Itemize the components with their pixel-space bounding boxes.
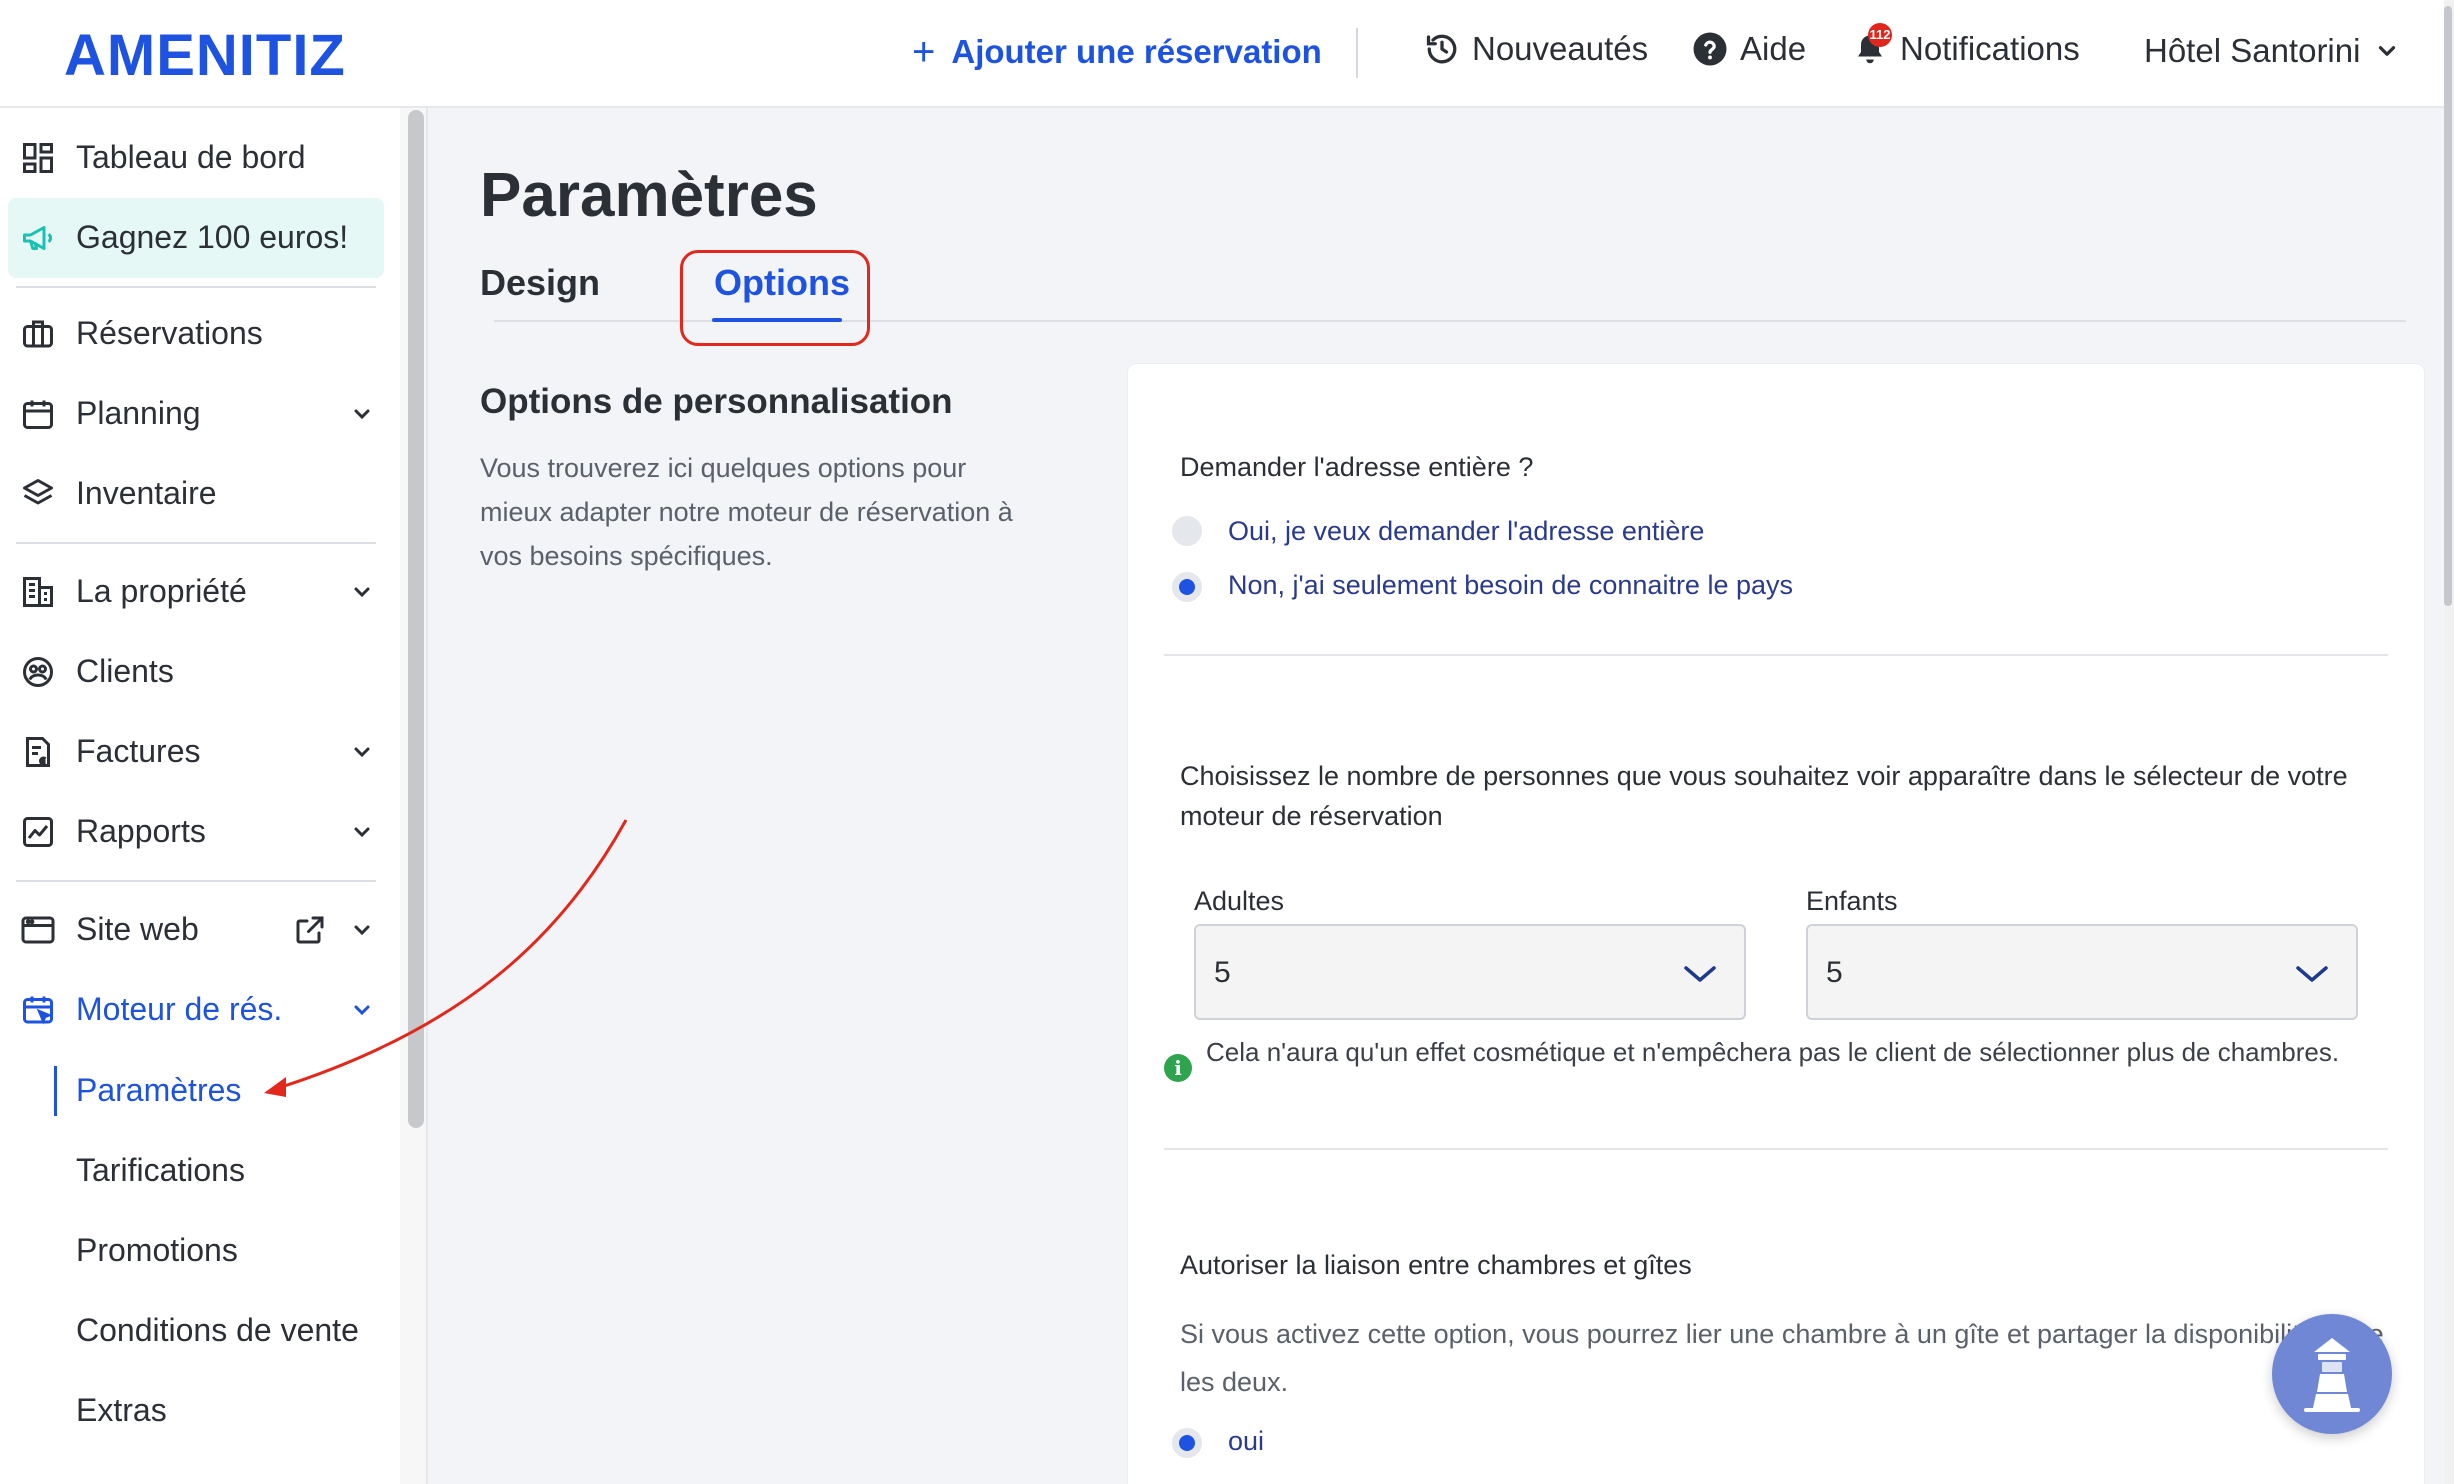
section-description: Vous trouverez ici quelques options pour… — [480, 453, 1013, 571]
adults-value: 5 — [1214, 956, 1231, 989]
sidebar-item-label: Planning — [76, 395, 201, 431]
bell-icon: 112 — [1852, 23, 1892, 67]
amenitiz-logo[interactable]: AMENITIZ — [64, 22, 346, 89]
chevron-down-icon — [354, 925, 370, 936]
page-scrollbar-thumb[interactable] — [2444, 6, 2452, 606]
notifications-label: Notifications — [1900, 30, 2080, 67]
notifications-badge: 112 — [1868, 23, 1892, 47]
sidebar-item-planning[interactable]: Planning — [0, 378, 400, 450]
radio-address-country-label[interactable]: Non, j'ai seulement besoin de connaitre … — [1228, 570, 1793, 601]
sidebar-item-label: Tableau de bord — [76, 139, 306, 175]
persons-question: Choisissez le nombre de personnes que vo… — [1180, 761, 2348, 831]
chevron-down-icon — [354, 1005, 370, 1016]
megaphone-icon — [23, 226, 52, 250]
history-icon — [1426, 34, 1457, 64]
top-header: AMENITIZ + Ajouter une réservation Nouve… — [0, 0, 2454, 108]
sidebar-item-label: La propriété — [76, 573, 247, 609]
address-question: Demander l'adresse entière ? — [1180, 452, 1534, 482]
tab-design[interactable]: Design — [480, 262, 600, 304]
notifications-button[interactable]: 112 Notifications — [1852, 23, 2080, 68]
chevron-down-icon — [354, 747, 370, 758]
sidebar-divider — [16, 542, 376, 544]
sidebar-item-booking-engine[interactable]: Moteur de rés. — [0, 974, 400, 1046]
sidebar-item-clients[interactable]: Clients — [0, 636, 400, 708]
sidebar-item-dashboard[interactable]: Tableau de bord — [0, 122, 400, 194]
help-button[interactable]: Aide — [1692, 30, 1806, 68]
sidebar-item-property[interactable]: La propriété — [0, 556, 400, 628]
children-value: 5 — [1826, 956, 1843, 989]
invoice-icon — [26, 737, 50, 767]
radio-link-yes-label[interactable]: oui — [1228, 1426, 1264, 1457]
sidebar-item-reports[interactable]: Rapports — [0, 796, 400, 868]
add-reservation-label: Ajouter une réservation — [951, 33, 1322, 70]
sidebar-subitem-promotions[interactable]: Promotions — [76, 1232, 238, 1269]
link-question: Autoriser la liaison entre chambres et g… — [1180, 1250, 1692, 1280]
chevron-down-icon — [354, 587, 370, 598]
sidebar-item-label: Factures — [76, 733, 201, 769]
children-label: Enfants — [1806, 886, 1898, 916]
sidebar-item-label: Gagnez 100 euros! — [76, 219, 349, 255]
briefcase-icon — [23, 320, 53, 348]
chevron-down-icon — [2296, 966, 2328, 982]
adults-label: Adultes — [1194, 886, 1285, 916]
card-divider — [1164, 654, 2388, 656]
adults-select[interactable]: 5 — [1194, 924, 1746, 1020]
sidebar-subitem-pricing[interactable]: Tarifications — [76, 1152, 245, 1189]
card-divider — [1164, 1148, 2388, 1150]
info-note: Cela n'aura qu'un effet cosmétique et n'… — [1206, 1037, 2340, 1067]
sidebar-item-promo[interactable]: Gagnez 100 euros! — [0, 202, 400, 274]
chevron-down-icon — [2379, 46, 2396, 56]
sidebar-item-invoices[interactable]: Factures — [0, 716, 400, 788]
radio-address-full[interactable] — [1172, 516, 1202, 546]
radio-address-country[interactable] — [1172, 572, 1202, 602]
help-icon — [1693, 32, 1727, 66]
news-label: Nouveautés — [1472, 30, 1649, 67]
sidebar-item-website[interactable]: Site web — [0, 894, 400, 966]
sidebar-subitem-settings[interactable]: Paramètres — [76, 1072, 241, 1109]
radio-address-full-label[interactable]: Oui, je veux demander l'adresse entière — [1228, 516, 1704, 547]
hotel-name: Hôtel Santorini — [2144, 32, 2361, 69]
chevron-down-icon — [1684, 966, 1716, 982]
chat-widget-button[interactable] — [2272, 1314, 2392, 1434]
sidebar-item-label: Rapports — [76, 813, 206, 849]
sidebar-item-label: Réservations — [76, 315, 263, 351]
help-label: Aide — [1740, 30, 1807, 67]
plus-icon: + — [912, 30, 936, 74]
sidebar-divider — [16, 286, 376, 288]
chevron-down-icon — [354, 409, 370, 420]
sidebar-item-label: Inventaire — [76, 475, 217, 511]
info-icon: i — [1164, 1054, 1192, 1082]
sidebar-item-label: Clients — [76, 653, 174, 689]
radio-link-yes[interactable] — [1172, 1428, 1202, 1458]
layers-icon — [23, 479, 53, 505]
header-divider — [1356, 28, 1358, 78]
external-link-icon[interactable] — [292, 912, 328, 948]
sidebar-item-label: Moteur de rés. — [76, 991, 283, 1027]
link-description: Si vous activez cette option, vous pourr… — [1180, 1319, 2384, 1397]
sidebar-subitem-extras[interactable]: Extras — [76, 1392, 167, 1429]
dashboard-icon — [23, 143, 53, 173]
sidebar-subitem-terms[interactable]: Conditions de vente — [76, 1312, 359, 1349]
clients-icon — [23, 657, 53, 687]
section-title: Options de personnalisation — [480, 382, 953, 421]
page-title: Paramètres — [480, 161, 818, 230]
active-indicator — [54, 1066, 57, 1116]
sidebar-divider — [16, 880, 376, 882]
annotation-highlight-box — [680, 250, 870, 346]
building-icon — [23, 577, 53, 607]
sidebar-item-inventory[interactable]: Inventaire — [0, 458, 400, 530]
sidebar-item-label: Site web — [76, 911, 199, 947]
browser-icon — [21, 916, 55, 944]
lighthouse-icon — [2304, 1338, 2360, 1412]
sidebar-scrollbar-thumb[interactable] — [408, 110, 424, 1128]
sidebar-item-reservations[interactable]: Réservations — [0, 298, 400, 370]
chart-icon — [23, 817, 53, 847]
chevron-down-icon — [354, 827, 370, 838]
hotel-selector[interactable]: Hôtel Santorini — [2144, 32, 2400, 70]
children-select[interactable]: 5 — [1806, 924, 2358, 1020]
calendar-icon — [23, 400, 53, 429]
add-reservation-button[interactable]: + Ajouter une réservation — [912, 32, 1322, 72]
booking-engine-icon — [23, 996, 53, 1025]
news-button[interactable]: Nouveautés — [1424, 30, 1648, 68]
